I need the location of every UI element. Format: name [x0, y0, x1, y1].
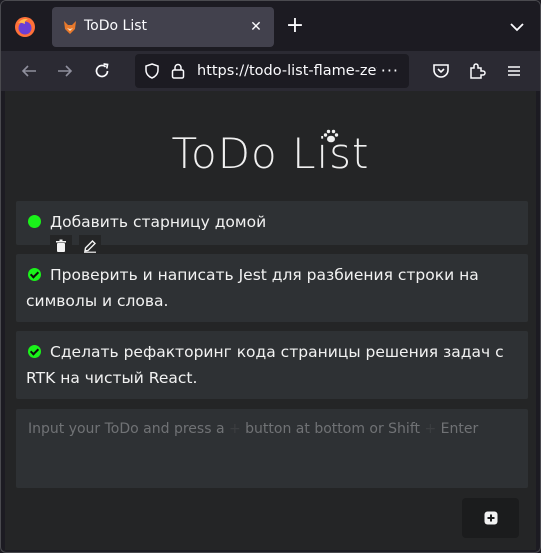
arrow-left-icon — [21, 65, 36, 77]
pocket-button[interactable] — [427, 57, 455, 85]
placeholder-suffix: Enter — [440, 421, 479, 437]
app-menu-button[interactable] — [500, 57, 528, 85]
extensions-button[interactable] — [463, 57, 491, 85]
todo-item[interactable]: Сделать рефакторинг кода страницы решени… — [16, 331, 528, 399]
pocket-icon — [433, 64, 449, 78]
placeholder-prefix: Input your ToDo and press a — [28, 421, 225, 437]
page-title: ToDo List — [171, 129, 370, 178]
status-dot-icon[interactable] — [28, 215, 41, 228]
tab-close-icon[interactable]: ✕ — [246, 17, 266, 37]
plus-key-icon: + — [424, 421, 437, 437]
trash-icon — [56, 239, 66, 252]
tab-title: ToDo List — [84, 18, 148, 34]
checkmark-icon[interactable] — [28, 345, 41, 358]
page-content: ToDo List Добавить старницу домой Провер… — [5, 91, 536, 550]
navigation-toolbar: https://todo-list-flame-zet ··· — [1, 51, 540, 91]
todo-input[interactable]: Input your ToDo and press a + button at … — [16, 409, 528, 488]
paw-icon — [323, 129, 339, 143]
new-tab-button[interactable]: + — [283, 15, 307, 39]
tab-todo-list[interactable]: ToDo List ✕ — [52, 7, 274, 47]
plus-square-icon — [484, 511, 497, 525]
url-text[interactable]: https://todo-list-flame-zet — [197, 63, 377, 79]
reload-button[interactable] — [88, 57, 116, 85]
firefox-view-icon[interactable] — [14, 16, 36, 38]
arrow-right-icon — [58, 65, 73, 77]
back-button[interactable] — [15, 57, 43, 85]
todo-actions — [16, 235, 528, 257]
placeholder-mid: button at bottom or Shift — [245, 421, 420, 437]
shield-icon[interactable] — [144, 63, 160, 79]
tab-strip: ToDo List ✕ + — [1, 1, 540, 51]
plus-key-icon: + — [228, 421, 241, 437]
todo-input-placeholder: Input your ToDo and press a + button at … — [28, 421, 478, 437]
puzzle-icon — [470, 63, 486, 79]
checkmark-icon[interactable] — [28, 268, 41, 281]
browser-window: ToDo List ✕ + https://todo-list-flame-ze… — [0, 0, 541, 553]
chevron-down-icon[interactable] — [506, 16, 528, 38]
hamburger-menu-icon — [508, 66, 520, 76]
forward-button[interactable] — [51, 57, 79, 85]
pencil-icon — [84, 240, 96, 253]
todo-text: Добавить старницу домой — [50, 213, 267, 231]
add-todo-button[interactable] — [462, 498, 519, 538]
lock-icon[interactable] — [171, 63, 185, 79]
url-bar[interactable]: https://todo-list-flame-zet ··· — [135, 54, 409, 88]
todo-text: Сделать рефакторинг кода страницы решени… — [26, 343, 504, 387]
reload-icon — [95, 63, 109, 78]
todo-text: Проверить и написать Jest для разбиения … — [26, 266, 479, 310]
fox-favicon-icon — [64, 21, 76, 34]
todo-item[interactable]: Проверить и написать Jest для разбиения … — [16, 254, 528, 322]
page-actions-icon[interactable]: ··· — [381, 61, 399, 80]
